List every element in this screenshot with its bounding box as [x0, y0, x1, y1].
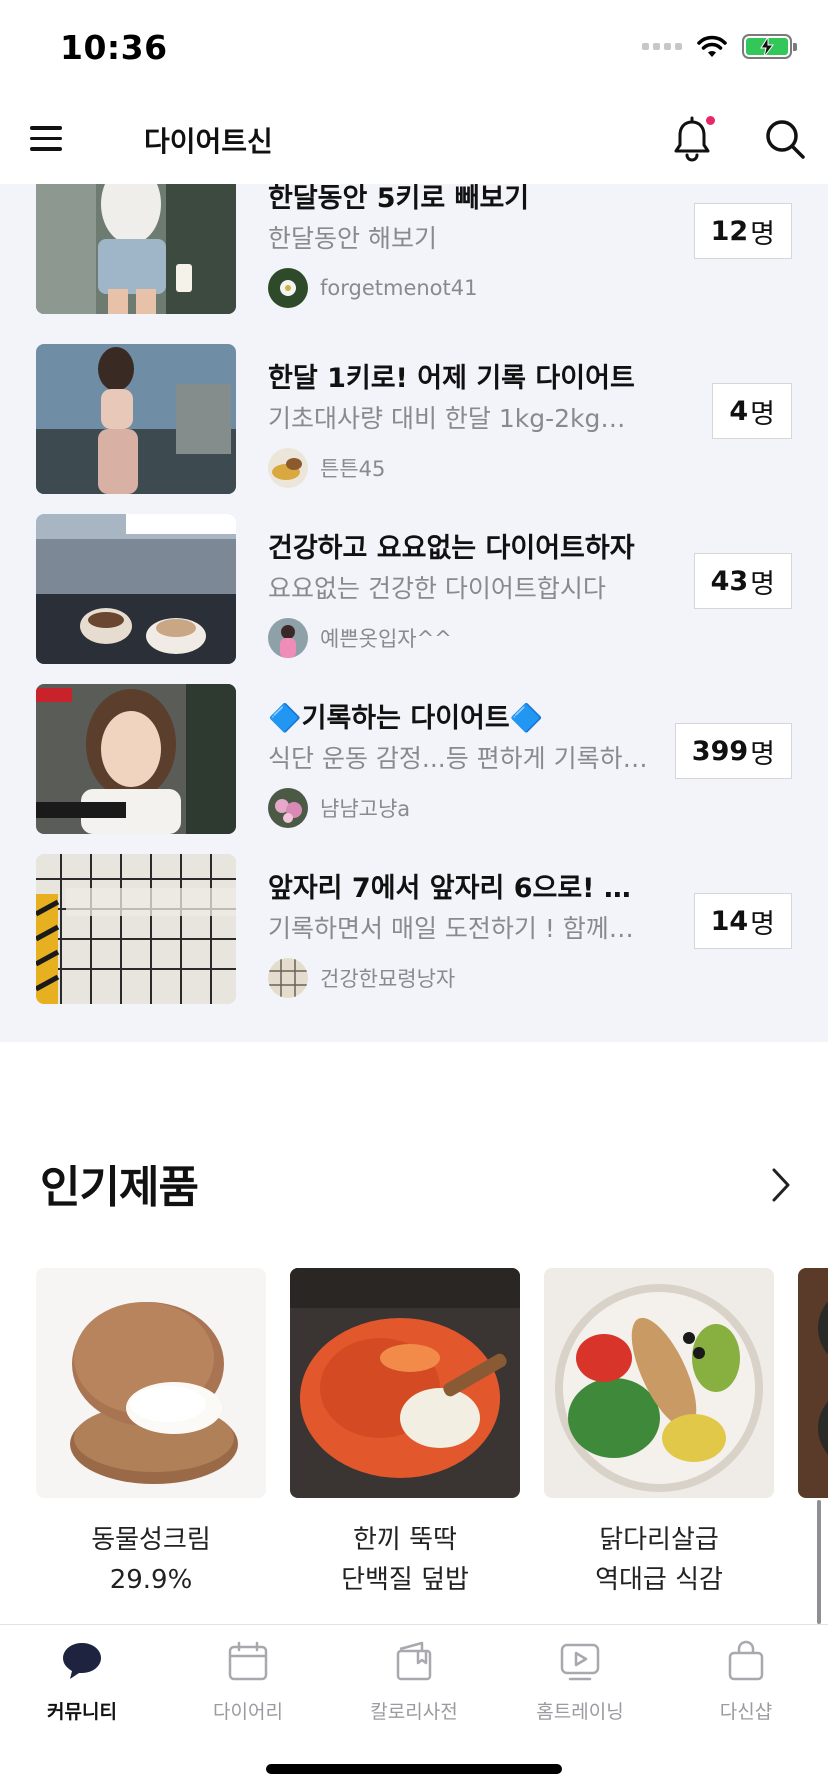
popular-products-carousel[interactable]: 동물성크림 29.9% 한끼 뚝딱 단백질 덮밥 닭다리살급 역대급 식감 — [0, 1268, 828, 1608]
challenge-title: 건강하고 요요없는 다이어트하자 — [268, 533, 635, 564]
avatar — [268, 618, 308, 658]
challenge-title: 앞자리 7에서 앞자리 6으로! 기… — [268, 873, 648, 904]
member-count-badge: 4명 — [712, 383, 792, 439]
scrollbar[interactable] — [817, 1500, 821, 1624]
tab-label: 홈트레이닝 — [536, 1701, 624, 1723]
product-card[interactable] — [798, 1268, 828, 1498]
challenge-item[interactable]: 앞자리 7에서 앞자리 6으로! 기… 기록하면서 매일 도전하기 ! 함께… … — [0, 854, 828, 1004]
calendar-icon — [228, 1641, 268, 1681]
status-icons — [642, 34, 797, 59]
challenge-item[interactable]: 한달 1키로! 어제 기록 다이어트 기초대사량 대비 한달 1kg-2kg감…… — [0, 344, 828, 494]
chat-bubble-icon — [63, 1643, 101, 1679]
app-bar: 다이어트신 — [0, 96, 828, 184]
product-card[interactable]: 닭다리살급 역대급 식감 — [544, 1268, 774, 1600]
avatar — [268, 448, 308, 488]
member-count-badge: 399 명 — [674, 723, 792, 779]
popular-products-title: 인기제품 — [40, 1162, 199, 1213]
challenge-description: 요요없는 건강한 다이어트합시다 — [268, 574, 606, 603]
status-bar: 10:36 — [0, 0, 828, 96]
product-card[interactable]: 한끼 뚝딱 단백질 덮밥 — [290, 1268, 520, 1600]
challenge-description: 기초대사량 대비 한달 1kg-2kg감… — [268, 404, 648, 433]
search-icon[interactable] — [764, 118, 806, 160]
tab-home-training[interactable]: 홈트레이닝 — [510, 1639, 650, 1724]
challenge-author: 튼튼45 — [268, 448, 385, 488]
home-indicator[interactable] — [266, 1764, 562, 1774]
tab-label: 다신샵 — [719, 1701, 773, 1723]
page-title: 다이어트신 — [144, 125, 273, 158]
challenge-thumbnail — [36, 514, 236, 664]
product-card[interactable]: 동물성크림 29.9% — [36, 1268, 266, 1600]
author-name: forgetmenot41 — [320, 276, 478, 300]
book-icon — [396, 1641, 432, 1681]
challenge-item[interactable]: 🔷기록하는 다이어트🔷 식단 운동 감정...등 편하게 기록하… 냠냠고냥a … — [0, 684, 828, 834]
challenge-description: 식단 운동 감정...등 편하게 기록하… — [268, 744, 648, 773]
challenge-author: forgetmenot41 — [268, 268, 477, 308]
challenge-author: 건강한묘령낭자 — [268, 958, 455, 998]
wifi-icon — [697, 35, 727, 57]
author-name: 예쁜옷입자^^ — [320, 627, 452, 651]
tab-community[interactable]: 커뮤니티 — [12, 1639, 152, 1724]
tab-label: 칼로리사전 — [370, 1701, 458, 1723]
challenge-description: 기록하면서 매일 도전하기 ! 함께… — [268, 914, 634, 943]
challenge-thumbnail — [36, 184, 236, 314]
member-count-badge: 43 명 — [693, 553, 792, 609]
tab-diary[interactable]: 다이어리 — [178, 1639, 318, 1724]
member-count-badge: 12 명 — [693, 203, 792, 259]
member-count-badge: 14 명 — [693, 893, 792, 949]
challenge-title: 한달동안 5키로 빼보기 — [268, 184, 530, 214]
challenge-author: 예쁜옷입자^^ — [268, 618, 452, 658]
avatar — [268, 958, 308, 998]
hamburger-menu-icon[interactable] — [30, 126, 64, 152]
tab-calorie-dictionary[interactable]: 칼로리사전 — [344, 1639, 484, 1724]
author-name: 튼튼45 — [320, 457, 386, 481]
challenge-author: 냠냠고냥a — [268, 788, 410, 828]
author-name: 냠냠고냥a — [320, 797, 411, 821]
shopping-bag-icon — [728, 1640, 764, 1681]
product-name: 한끼 뚝딱 단백질 덮밥 — [341, 1525, 469, 1595]
challenge-list: 한달동안 5키로 빼보기 한달동안 해보기 forgetmenot41 12 명 … — [0, 184, 828, 1042]
notification-dot — [706, 116, 715, 125]
product-image — [290, 1268, 520, 1498]
chevron-right-icon[interactable] — [770, 1166, 792, 1204]
status-time: 10:36 — [60, 28, 168, 67]
product-name: 닭다리살급 역대급 식감 — [595, 1525, 723, 1595]
product-image — [544, 1268, 774, 1498]
battery-icon — [742, 34, 797, 59]
product-name: 동물성크림 29.9% — [91, 1525, 211, 1595]
avatar — [268, 268, 308, 308]
product-image — [36, 1268, 266, 1498]
challenge-title: 🔷기록하는 다이어트🔷 — [268, 703, 544, 734]
play-video-icon — [560, 1643, 600, 1681]
challenge-item[interactable]: 건강하고 요요없는 다이어트하자 요요없는 건강한 다이어트합시다 예쁜옷입자^… — [0, 514, 828, 664]
challenge-thumbnail — [36, 684, 236, 834]
product-image — [798, 1268, 828, 1498]
cellular-signal-icon — [642, 43, 682, 50]
tab-label: 다이어리 — [213, 1701, 283, 1723]
author-name: 건강한묘령낭자 — [320, 967, 456, 991]
tab-label: 커뮤니티 — [47, 1701, 117, 1723]
challenge-thumbnail — [36, 854, 236, 1004]
challenge-item[interactable]: 한달동안 5키로 빼보기 한달동안 해보기 forgetmenot41 12 명 — [0, 184, 828, 314]
challenge-thumbnail — [36, 344, 236, 494]
avatar — [268, 788, 308, 828]
challenge-title: 한달 1키로! 어제 기록 다이어트 — [268, 363, 635, 394]
challenge-description: 한달동안 해보기 — [268, 224, 437, 253]
tab-shop[interactable]: 다신샵 — [676, 1639, 816, 1724]
